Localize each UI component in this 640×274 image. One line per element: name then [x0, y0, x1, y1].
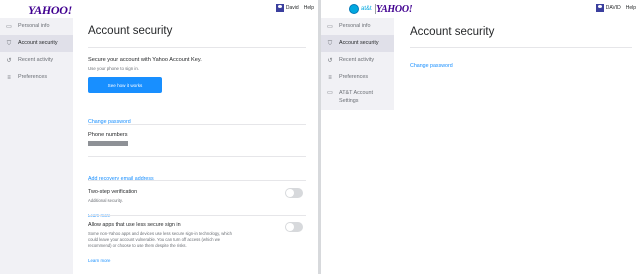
help-link[interactable]: Help [626, 5, 636, 11]
sidebar-item-account-security[interactable]: ⛉ Account security [321, 35, 394, 52]
avatar-icon[interactable] [275, 4, 284, 12]
sidebar-item-att-account-settings[interactable]: ▭ AT&T Account Settings [321, 86, 394, 108]
change-password-section: Change password [88, 107, 306, 125]
shield-icon: ⛉ [6, 40, 12, 47]
sidebar-item-label: Account security [339, 39, 379, 46]
sidebar-item-personal-info[interactable]: ▭ Personal info [0, 18, 73, 35]
less-secure-toggle[interactable] [285, 222, 303, 232]
two-step-description: Additional security. [88, 198, 123, 203]
sidebar-item-recent-activity[interactable]: ↺ Recent activity [321, 52, 394, 69]
sidebar-item-label: Preferences [339, 73, 369, 80]
less-secure-description: Some non-Yahoo apps and devices use less… [88, 231, 232, 249]
divider [88, 47, 306, 48]
id-card-icon: ▭ [6, 23, 12, 30]
sidebar-item-recent-activity[interactable]: ↺ Recent activity [0, 52, 73, 69]
att-globe-icon [349, 3, 359, 14]
history-icon: ↺ [6, 57, 12, 64]
phone-numbers-section: Phone numbers [88, 124, 306, 156]
sidebar-item-account-security[interactable]: ⛉ Account security [0, 35, 73, 52]
shield-icon: ⛉ [327, 40, 333, 47]
yahoo-logo[interactable]: YAHOO! [28, 3, 72, 18]
list-icon: ≡ [328, 74, 332, 81]
att-yahoo-account-pane: at&t YAHOO! DAVID Help ▭ Personal info ⛉… [321, 0, 640, 274]
user-name[interactable]: David [286, 5, 299, 11]
yahoo-account-pane: YAHOO! David Help ▭ Personal info ⛉ Acco… [0, 0, 318, 274]
change-password-link[interactable]: Change password [410, 63, 453, 69]
recovery-email-section: Add recovery email address [88, 156, 306, 182]
help-link[interactable]: Help [304, 5, 314, 11]
sidebar-item-label: Preferences [18, 73, 48, 80]
two-step-title: Two-step verification [88, 189, 138, 195]
avatar-icon[interactable] [595, 4, 604, 12]
top-bar: YAHOO! David Help [0, 0, 318, 18]
page-title: Account security [88, 25, 173, 37]
user-menu: DAVID Help [595, 4, 636, 12]
sidebar-item-preferences[interactable]: ≡ Preferences [0, 69, 73, 86]
less-secure-title: Allow apps that use less secure sign in [88, 222, 181, 228]
id-card-icon: ▭ [327, 23, 333, 30]
page-title: Account security [410, 26, 495, 38]
sidebar-item-label: Recent activity [339, 56, 375, 63]
sidebar: ▭ Personal info ⛉ Account security ↺ Rec… [0, 18, 73, 274]
history-icon: ↺ [327, 57, 333, 64]
sidebar-item-label: Personal info [339, 22, 371, 29]
sidebar-item-label: Account security [18, 39, 58, 46]
less-secure-learn-more-link[interactable]: Learn more [88, 258, 110, 263]
sidebar: ▭ Personal info ⛉ Account security ↺ Rec… [321, 18, 394, 110]
user-name[interactable]: DAVID [606, 5, 621, 11]
account-key-subtext: Use your phone to sign in. [88, 66, 140, 71]
list-icon: ≡ [7, 74, 11, 81]
two-step-verification-section: Two-step verification Additional securit… [88, 180, 306, 218]
account-key-heading: Secure your account with Yahoo Account K… [88, 57, 202, 63]
two-step-toggle[interactable] [285, 188, 303, 198]
sidebar-item-preferences[interactable]: ≡ Preferences [321, 69, 394, 86]
see-how-it-works-button[interactable]: See how it works [88, 77, 162, 93]
main-content: Account security Secure your account wit… [88, 18, 306, 267]
yahoo-logo[interactable]: YAHOO! [376, 4, 413, 15]
att-logo[interactable]: at&t [349, 3, 376, 14]
sidebar-item-label: AT&T Account Settings [339, 90, 373, 104]
less-secure-apps-section: Allow apps that use less secure sign in … [88, 215, 306, 267]
main-content: Account security Change password [410, 18, 632, 72]
sidebar-item-label: Personal info [18, 22, 50, 29]
redacted-phone-number [88, 141, 128, 146]
user-menu: David Help [275, 4, 314, 12]
phone-numbers-label: Phone numbers [88, 132, 128, 138]
divider [410, 47, 632, 48]
top-bar: at&t YAHOO! DAVID Help [321, 0, 640, 18]
settings-icon: ▭ [327, 90, 333, 96]
sidebar-item-label: Recent activity [18, 56, 54, 63]
att-wordmark: at&t [361, 5, 372, 12]
sidebar-item-personal-info[interactable]: ▭ Personal info [321, 18, 394, 35]
